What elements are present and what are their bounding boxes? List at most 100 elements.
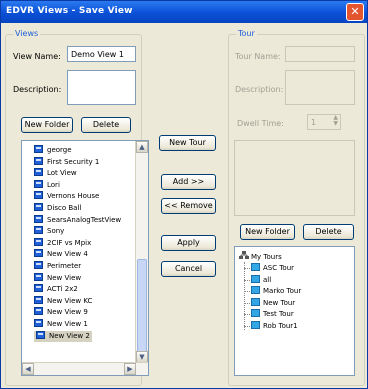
list-item-label: Lot View (47, 169, 77, 178)
monitor-icon (34, 168, 43, 177)
scroll-up-icon[interactable]: ▲ (136, 141, 148, 153)
monitor-icon (34, 284, 43, 293)
list-item[interactable]: New View (34, 272, 81, 284)
list-item-label: george (47, 146, 72, 154)
list-item[interactable]: New View 4 (34, 249, 88, 260)
monitor-icon (34, 249, 43, 258)
remove-button[interactable]: << Remove (161, 198, 216, 214)
tour-name-label: Tour Name: (235, 52, 281, 61)
spin-arrows-icon[interactable]: ▲ ▼ (333, 115, 338, 127)
views-horizontal-scrollbar[interactable]: ◀ ▶ (22, 362, 148, 375)
views-group-label: Views (13, 29, 41, 38)
tree-connector (244, 262, 245, 330)
list-item[interactable]: New View 1 (34, 319, 88, 330)
view-name-value: Demo View 1 (71, 50, 124, 59)
apply-button[interactable]: Apply (161, 235, 216, 251)
list-item[interactable]: Sony (34, 226, 64, 237)
list-item-label: Vernons House (47, 192, 100, 201)
list-item-label: New View 4 (47, 250, 88, 259)
tour-new-folder-button[interactable]: New Folder (240, 224, 295, 240)
tour-icon (251, 263, 260, 271)
list-item[interactable]: New View 2 (34, 330, 92, 342)
tree-connector (244, 279, 250, 281)
list-item[interactable]: Lori (34, 179, 60, 191)
view-name-input[interactable]: Demo View 1 (67, 46, 136, 62)
list-item[interactable]: Vernons House (34, 191, 99, 202)
dwell-time-stepper[interactable]: 1 ▲ ▼ (307, 114, 341, 130)
monitor-icon (34, 203, 43, 211)
tree-item[interactable]: Test Tour (251, 309, 294, 320)
close-button[interactable]: ✕ (346, 3, 364, 21)
monitor-icon (34, 237, 43, 246)
tree-item[interactable]: ASC Tour (251, 263, 294, 274)
tour-description-input[interactable] (285, 70, 355, 105)
tour-icon (251, 286, 260, 294)
tree-connector (244, 291, 250, 292)
tree-item-label: all (263, 275, 272, 284)
title-bar: EDVR Views - Save View ✕ (1, 1, 367, 23)
new-tour-button[interactable]: New Tour (159, 135, 216, 151)
tree-root-my-tours[interactable]: My Tours (239, 251, 282, 262)
list-item-label: 2CIF vs Mpix (47, 238, 92, 247)
list-item-label: New View KC (47, 296, 93, 305)
tree-item[interactable]: New Tour (251, 297, 296, 309)
list-item[interactable]: 2CIF vs Mpix (34, 237, 92, 249)
monitor-icon (34, 261, 43, 269)
list-item-label: Perimeter (47, 262, 82, 270)
tree-item[interactable]: Rob Tour1 (251, 320, 298, 332)
tours-tree[interactable]: My Tours ASC Tour all Marko Tour New Tour Te… (234, 246, 355, 376)
list-item[interactable]: New View 9 (34, 307, 88, 318)
monitor-icon (34, 295, 43, 304)
monitor-icon (34, 145, 43, 153)
scroll-right-icon[interactable]: ▶ (124, 363, 136, 375)
views-list[interactable]: george First Security 1 Lot View Lori Vernon… (21, 140, 149, 376)
list-item-label: SearsAnalogTestView (47, 215, 122, 224)
view-description-input[interactable] (67, 70, 136, 105)
list-item[interactable]: ACTi 2x2 (34, 284, 78, 295)
add-button[interactable]: Add >> (161, 174, 216, 190)
tour-icon (251, 320, 260, 329)
tree-item[interactable]: all (251, 274, 272, 286)
save-view-dialog: EDVR Views - Save View ✕ Views View Name… (0, 0, 368, 389)
views-vertical-scrollbar[interactable]: ▲ ▼ (135, 141, 148, 363)
view-description-label: Description: (13, 85, 62, 94)
list-item[interactable]: First Security 1 (34, 156, 100, 168)
monitor-icon (34, 272, 43, 281)
views-scroll-thumb[interactable] (137, 259, 147, 355)
tree-item-label: New Tour (263, 298, 296, 307)
list-item[interactable]: Perimeter (34, 261, 81, 272)
tour-name-input[interactable] (285, 46, 355, 62)
list-item[interactable]: Disco Ball (34, 203, 81, 214)
list-item[interactable]: SearsAnalogTestView (34, 214, 122, 226)
tour-icon (251, 297, 260, 306)
scroll-left-icon[interactable]: ◀ (22, 363, 34, 375)
list-item[interactable]: New View KC (34, 295, 93, 307)
list-item-label: First Security 1 (47, 157, 100, 166)
tour-description-label: Description: (235, 85, 284, 94)
tree-connector (244, 302, 250, 304)
list-item-label: New View 2 (49, 331, 90, 340)
close-icon: ✕ (350, 5, 360, 18)
window-title: EDVR Views - Save View (6, 6, 133, 16)
tree-item[interactable]: Marko Tour (251, 286, 301, 297)
tree-connector (244, 325, 250, 327)
views-new-folder-button[interactable]: New Folder (21, 117, 73, 133)
monitor-icon (34, 191, 43, 200)
views-delete-button[interactable]: Delete (81, 117, 131, 133)
tours-root-icon (239, 251, 249, 260)
tour-delete-button[interactable]: Delete (303, 224, 354, 240)
tour-views-list[interactable] (234, 140, 355, 216)
cancel-button[interactable]: Cancel (161, 261, 216, 277)
list-item[interactable]: Lot View (34, 168, 77, 179)
list-item-label: Sony (47, 227, 65, 236)
list-item[interactable]: george (34, 145, 72, 156)
dwell-time-value: 1 (311, 118, 317, 127)
tree-item-label: ASC Tour (263, 264, 295, 272)
tree-item-label: Marko Tour (263, 287, 302, 295)
tree-connector (244, 268, 250, 269)
list-item-label: ACTi 2x2 (47, 285, 78, 294)
monitor-icon (34, 226, 43, 235)
tour-icon (251, 274, 260, 283)
dwell-time-label: Dwell Time: (237, 119, 284, 128)
tour-group-label: Tour (236, 29, 257, 38)
